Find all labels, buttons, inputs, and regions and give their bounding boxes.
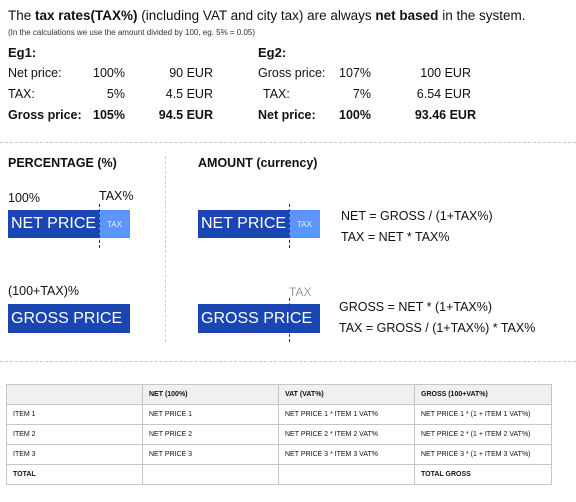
split-marker (289, 204, 290, 248)
table-cell: NET PRICE 1 * (1 + ITEM 1 VAT%) (414, 404, 552, 425)
label-100-plus-tax: (100+TAX)% (8, 284, 79, 298)
table-cell: NET PRICE 3 (142, 444, 279, 465)
eg1-title: Eg1: (8, 45, 37, 60)
formula-tax-from-gross: TAX = GROSS / (1+TAX%) * TAX% (339, 321, 536, 335)
table-row: ITEM 2 NET PRICE 2 NET PRICE 2 * ITEM 2 … (6, 424, 552, 445)
amount-heading: AMOUNT (currency) (198, 156, 318, 170)
table-cell: TOTAL (6, 464, 143, 485)
table-cell (142, 464, 279, 485)
table-header-cell: GROSS (100+VAT%) (414, 384, 552, 405)
table-cell (278, 464, 415, 485)
table-cell: ITEM 1 (6, 404, 143, 425)
gross-price-box: GROSS PRICE (8, 304, 130, 333)
divider (0, 361, 576, 362)
formula-gross: GROSS = NET * (1+TAX%) (339, 300, 493, 314)
label-100: 100% (8, 191, 40, 205)
table-cell: NET PRICE 3 * ITEM 3 VAT% (278, 444, 415, 465)
percentage-heading: PERCENTAGE (%) (8, 156, 117, 170)
table-header-cell: NET (100%) (142, 384, 279, 405)
calculation-note: (In the calculations we use the amount d… (8, 28, 256, 37)
eg2-row: Net price: 100% 93.46 EUR (258, 108, 476, 122)
table-total-row: TOTAL TOTAL GROSS (6, 464, 552, 485)
table-cell: NET PRICE 3 * (1 + ITEM 3 VAT%) (414, 444, 552, 465)
split-marker (289, 298, 290, 342)
divider (0, 142, 576, 143)
tax-label-faded: TAX (289, 285, 312, 299)
table-cell: TOTAL GROSS (414, 464, 552, 485)
tax-box: TAX (99, 210, 130, 238)
eg2-row: TAX: 7% 6.54 EUR (263, 87, 471, 101)
table-cell: ITEM 2 (6, 424, 143, 445)
eg2-title: Eg2: (258, 45, 287, 60)
intro-text: The tax rates(TAX%) (including VAT and c… (8, 8, 526, 23)
table-cell: NET PRICE 2 (142, 424, 279, 445)
net-price-box: NET PRICE (198, 210, 289, 238)
table-cell: NET PRICE 2 * (1 + ITEM 2 VAT%) (414, 424, 552, 445)
label-tax-pct: TAX% (99, 189, 134, 203)
eg1-row: TAX: 5% 4.5 EUR (8, 87, 213, 101)
table-header-row: NET (100%) VAT (VAT%) GROSS (100+VAT%) (6, 384, 552, 405)
eg1-row: Net price: 100% 90 EUR (8, 66, 213, 80)
eg2-row: Gross price: 107% 100 EUR (258, 66, 471, 80)
formula-net: NET = GROSS / (1+TAX%) (341, 209, 493, 223)
table-header-cell (6, 384, 143, 405)
table-row: ITEM 3 NET PRICE 3 NET PRICE 3 * ITEM 3 … (6, 444, 552, 465)
gross-price-box: GROSS PRICE (198, 304, 320, 333)
table-header-cell: VAT (VAT%) (278, 384, 415, 405)
tax-box: TAX (289, 210, 320, 238)
table-cell: NET PRICE 2 * ITEM 2 VAT% (278, 424, 415, 445)
table-cell: ITEM 3 (6, 444, 143, 465)
calculation-table: NET (100%) VAT (VAT%) GROSS (100+VAT%) I… (6, 384, 552, 485)
table-cell: NET PRICE 1 * ITEM 1 VAT% (278, 404, 415, 425)
net-price-box: NET PRICE (8, 210, 99, 238)
table-row: ITEM 1 NET PRICE 1 NET PRICE 1 * ITEM 1 … (6, 404, 552, 425)
table-cell: NET PRICE 1 (142, 404, 279, 425)
eg1-row: Gross price: 105% 94.5 EUR (8, 108, 213, 122)
split-marker (99, 204, 100, 248)
section-divider (165, 156, 166, 342)
formula-tax: TAX = NET * TAX% (341, 230, 450, 244)
